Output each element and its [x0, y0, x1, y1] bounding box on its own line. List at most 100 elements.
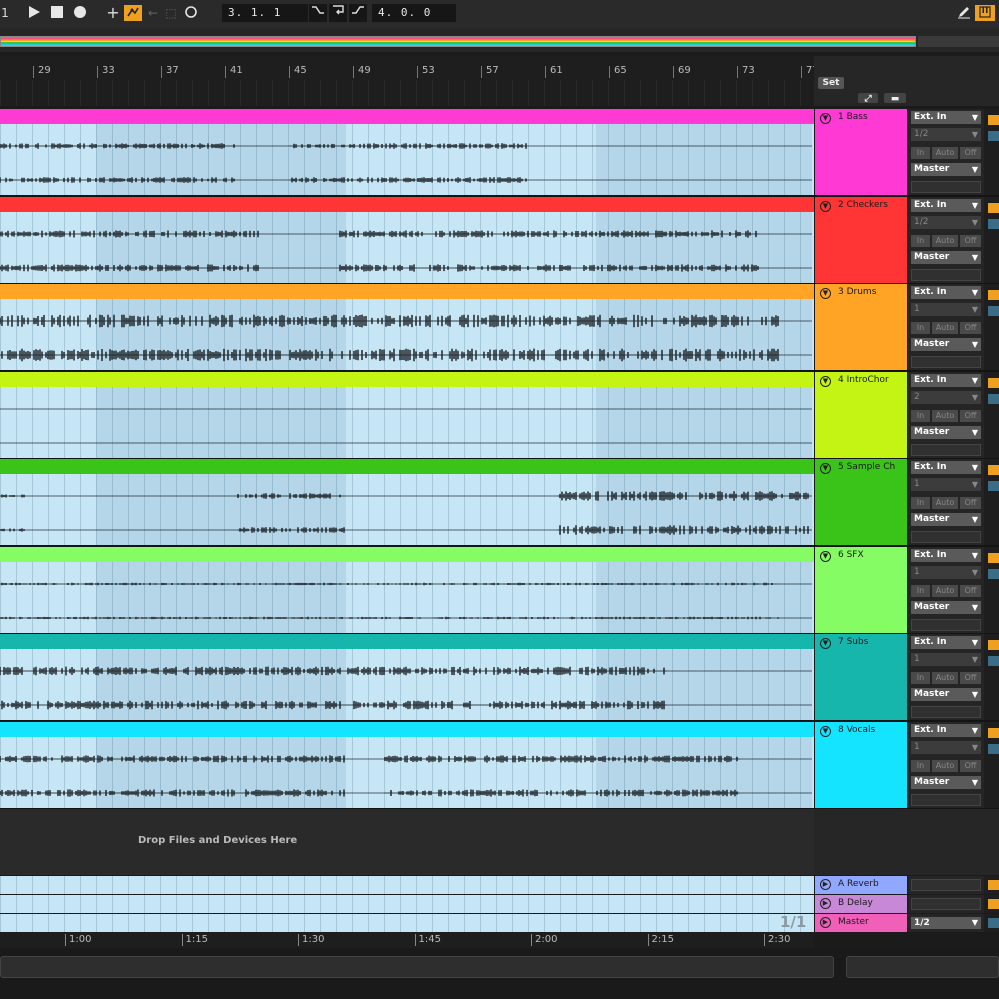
monitor-in-button[interactable]: In: [911, 585, 930, 597]
output-select[interactable]: Master ▼: [911, 688, 981, 701]
session-record-button[interactable]: ⬚: [164, 5, 178, 21]
monitor-in-button[interactable]: In: [911, 410, 930, 422]
return-track-header[interactable]: ▶ B Delay: [815, 895, 907, 913]
monitor-in-button[interactable]: In: [911, 760, 930, 772]
track-header[interactable]: ▼ 7 Subs: [815, 634, 907, 721]
monitor-off-button[interactable]: Off: [960, 497, 981, 509]
track-activator-button[interactable]: [988, 378, 999, 388]
input-type-select[interactable]: Ext. In ▼: [911, 199, 981, 212]
track-activator-button[interactable]: [988, 465, 999, 475]
play-button[interactable]: [26, 5, 42, 21]
monitor-auto-button[interactable]: Auto: [932, 672, 958, 684]
overview-visible-region[interactable]: [0, 36, 916, 47]
monitor-in-button[interactable]: In: [911, 235, 930, 247]
track-header[interactable]: ▼ 4 IntroChor: [815, 372, 907, 459]
output-select[interactable]: Master ▼: [911, 601, 981, 614]
monitor-auto-button[interactable]: Auto: [932, 410, 958, 422]
return-output-field[interactable]: [911, 898, 981, 910]
expand-button[interactable]: ⤢: [858, 93, 878, 104]
loop-record-button[interactable]: [183, 5, 199, 21]
input-type-select[interactable]: Ext. In ▼: [911, 111, 981, 124]
fold-icon[interactable]: ▼: [820, 113, 831, 124]
overdub-button[interactable]: +: [106, 5, 120, 21]
clip-header[interactable]: [0, 459, 814, 474]
track-lane[interactable]: [0, 547, 814, 634]
track-name[interactable]: 5 Sample Ch: [838, 462, 895, 472]
monitor-auto-button[interactable]: Auto: [932, 147, 958, 159]
track-lane[interactable]: [0, 372, 814, 459]
input-type-select[interactable]: Ext. In ▼: [911, 374, 981, 387]
arrangement-overview[interactable]: [0, 28, 999, 52]
lock-button[interactable]: ▬: [884, 93, 906, 104]
fold-icon[interactable]: ▼: [820, 288, 831, 299]
input-channel-select[interactable]: 1 ▼: [911, 478, 981, 491]
track-header[interactable]: ▼ 1 Bass: [815, 109, 907, 196]
play-icon[interactable]: ▶: [820, 879, 831, 890]
track-activator-button[interactable]: [988, 728, 999, 738]
track-lane[interactable]: [0, 634, 814, 721]
track-name[interactable]: 7 Subs: [838, 637, 868, 647]
clip-header[interactable]: [0, 634, 814, 649]
input-channel-select[interactable]: 1 ▼: [911, 303, 981, 316]
monitor-off-button[interactable]: Off: [960, 672, 981, 684]
track-header[interactable]: ▼ 6 SFX: [815, 547, 907, 634]
output-channel-field[interactable]: [911, 706, 981, 718]
monitor-off-button[interactable]: Off: [960, 410, 981, 422]
return-lane[interactable]: [0, 895, 814, 913]
input-channel-select[interactable]: 2 ▼: [911, 391, 981, 404]
mixer-scrollbar[interactable]: [846, 956, 999, 978]
track-lane[interactable]: [0, 722, 814, 809]
monitor-auto-button[interactable]: Auto: [932, 760, 958, 772]
input-channel-select[interactable]: 1 ▼: [911, 653, 981, 666]
keyboard-midi-button[interactable]: [975, 5, 995, 21]
return-activator-button[interactable]: [988, 899, 999, 909]
monitor-in-button[interactable]: In: [911, 497, 930, 509]
beat-time-ruler[interactable]: 29 33 37 41 45 49 53 57 61 65 69 73 77: [0, 56, 819, 106]
fold-icon[interactable]: ▼: [820, 551, 831, 562]
track-lane[interactable]: [0, 109, 814, 196]
monitor-in-button[interactable]: In: [911, 147, 930, 159]
track-lane[interactable]: [0, 459, 814, 546]
track-activator-button[interactable]: [988, 290, 999, 300]
solo-button[interactable]: [988, 569, 999, 579]
output-channel-field[interactable]: [911, 794, 981, 806]
monitor-off-button[interactable]: Off: [960, 760, 981, 772]
monitor-off-button[interactable]: Off: [960, 147, 981, 159]
output-select[interactable]: Master ▼: [911, 163, 981, 176]
monitor-off-button[interactable]: Off: [960, 322, 981, 334]
track-name[interactable]: 4 IntroChor: [838, 375, 889, 385]
return-track-name[interactable]: A Reverb: [838, 879, 879, 889]
fold-icon[interactable]: ▼: [820, 201, 831, 212]
record-button[interactable]: [72, 5, 88, 21]
output-select[interactable]: Master ▼: [911, 513, 981, 526]
loop-switch-button[interactable]: [329, 4, 347, 22]
output-channel-field[interactable]: [911, 181, 981, 193]
solo-button[interactable]: [988, 219, 999, 229]
track-activator-button[interactable]: [988, 203, 999, 213]
track-lane[interactable]: [0, 284, 814, 371]
output-select[interactable]: Master ▼: [911, 251, 981, 264]
track-name[interactable]: 3 Drums: [838, 287, 876, 297]
clip-header[interactable]: [0, 284, 814, 299]
fold-icon[interactable]: ▼: [820, 726, 831, 737]
track-header[interactable]: ▼ 5 Sample Ch: [815, 459, 907, 546]
play-icon[interactable]: ▶: [820, 898, 831, 909]
return-lane[interactable]: [0, 914, 814, 932]
return-activator-button[interactable]: [988, 918, 999, 928]
output-select[interactable]: Master ▼: [911, 776, 981, 789]
input-channel-select[interactable]: 1/2 ▼: [911, 128, 981, 141]
return-output-field[interactable]: [911, 879, 981, 891]
return-track-name[interactable]: Master: [838, 917, 869, 927]
return-track-header[interactable]: ▶ A Reverb: [815, 876, 907, 894]
clip-header[interactable]: [0, 109, 814, 124]
track-header[interactable]: ▼ 3 Drums: [815, 284, 907, 371]
monitor-auto-button[interactable]: Auto: [932, 497, 958, 509]
clip-header[interactable]: [0, 372, 814, 387]
track-activator-button[interactable]: [988, 115, 999, 125]
track-lane[interactable]: [0, 197, 814, 284]
monitor-auto-button[interactable]: Auto: [932, 585, 958, 597]
input-channel-select[interactable]: 1/2 ▼: [911, 216, 981, 229]
punch-in-button[interactable]: [309, 4, 327, 22]
track-header[interactable]: ▼ 2 Checkers: [815, 197, 907, 284]
play-icon[interactable]: ▶: [820, 917, 831, 928]
